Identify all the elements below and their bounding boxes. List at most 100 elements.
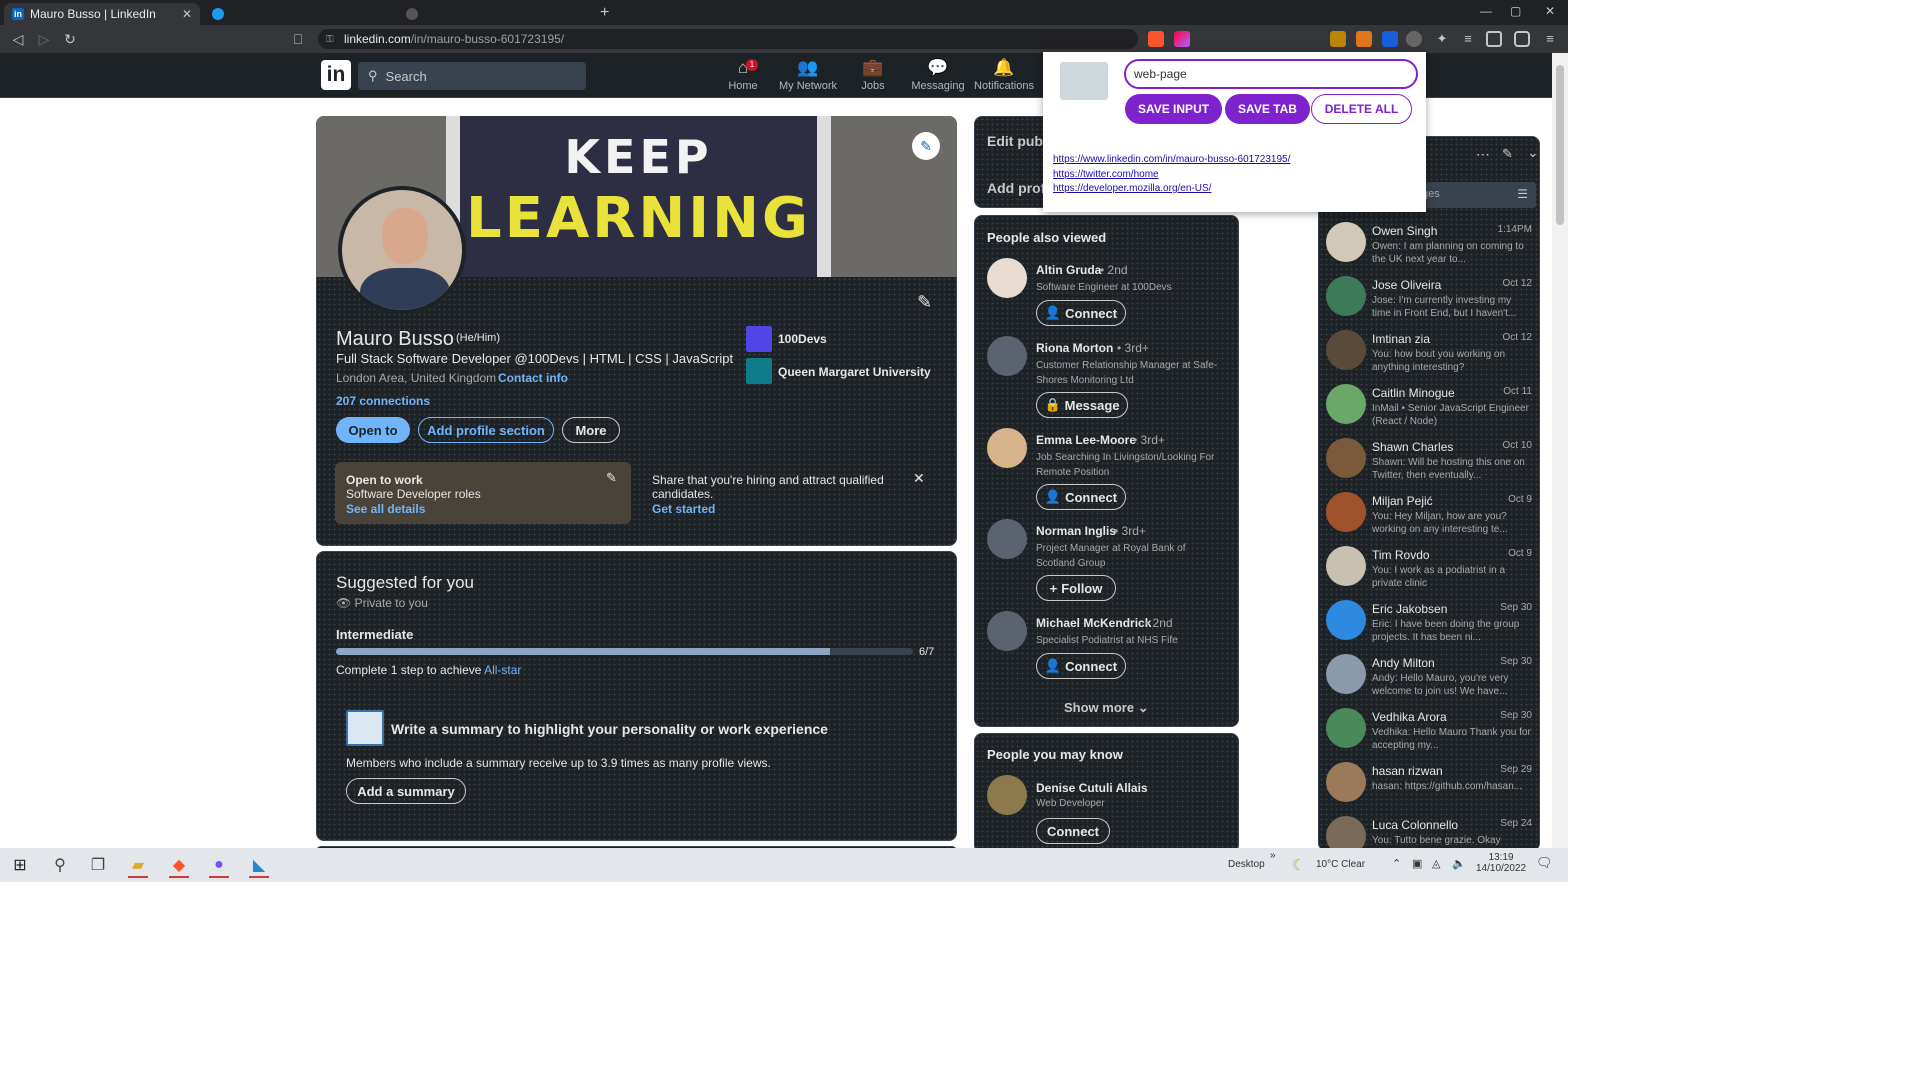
extension-1-icon[interactable]	[1330, 31, 1346, 47]
start-icon[interactable]: ⊞	[6, 852, 34, 878]
popup-text-input[interactable]	[1124, 59, 1418, 89]
file-explorer-icon[interactable]: ▰	[124, 852, 152, 878]
person-avatar[interactable]	[987, 611, 1027, 651]
org-100devs[interactable]: 100Devs	[778, 332, 827, 346]
clock[interactable]: 13:19 14/10/2022	[1476, 852, 1526, 874]
add-profile-section-button[interactable]: Add profile section	[418, 417, 554, 443]
edit-open-to-work-icon[interactable]: ✎	[606, 470, 617, 486]
tray-overflow-icon[interactable]: ⌃	[1392, 857, 1401, 870]
connect-button[interactable]: Connect	[1036, 818, 1110, 844]
person-name[interactable]: Riona Morton	[1036, 341, 1113, 355]
org-qmu[interactable]: Queen Margaret University	[778, 365, 931, 379]
conversation-item[interactable]: Andy Milton Sep 30 Andy: Hello Mauro, you'…	[1322, 650, 1538, 704]
conversation-item[interactable]: Owen Singh 1:14PM Owen: I am planning on c…	[1322, 218, 1538, 272]
saved-link[interactable]: https://www.linkedin.com/in/mauro-busso-…	[1053, 154, 1290, 165]
task-view-icon[interactable]: ❐	[84, 852, 112, 878]
add-profile-language-link[interactable]: Add prof	[987, 180, 1045, 196]
browser-tab-2[interactable]	[204, 3, 394, 25]
new-tab-button[interactable]: +	[600, 4, 609, 22]
forward-icon[interactable]: ▷	[34, 29, 54, 49]
window-maximize-icon[interactable]: ▢	[1510, 4, 1521, 18]
message-button[interactable]: 🔒 Message	[1036, 392, 1128, 418]
browser-tab-active[interactable]: in Mauro Busso | LinkedIn ✕	[4, 3, 200, 25]
connections-link[interactable]: 207 connections	[336, 394, 430, 408]
conversation-item[interactable]: Shawn Charles Oct 10 Shawn: Will be hostin…	[1322, 434, 1538, 488]
conversation-item[interactable]: Miljan Pejić Oct 9 You: Hey Miljan, how ar…	[1322, 488, 1538, 542]
person-avatar[interactable]	[987, 258, 1027, 298]
reload-icon[interactable]: ↻	[60, 29, 80, 49]
bookmark-icon[interactable]: ⎕	[288, 29, 308, 49]
more-button[interactable]: More	[562, 417, 620, 443]
profile-avatar[interactable]	[338, 186, 466, 314]
person-avatar[interactable]	[987, 428, 1027, 468]
edit-intro-icon[interactable]: ✎	[917, 292, 932, 313]
get-started-link[interactable]: Get started	[652, 502, 715, 516]
scrollbar-thumb[interactable]	[1556, 65, 1564, 225]
all-star-link[interactable]: All-star	[484, 663, 521, 677]
compose-icon[interactable]: ✎	[1502, 146, 1513, 162]
page-scrollbar[interactable]	[1552, 53, 1568, 848]
nav-jobs[interactable]: 💼 Jobs	[838, 58, 908, 92]
conversation-item[interactable]: Luca Colonnello Sep 24 You: Tutto bene gra…	[1322, 812, 1538, 848]
site-info-icon[interactable]: ⚿	[326, 34, 334, 45]
conversation-item[interactable]: hasan rizwan Sep 29 hasan: https://github.…	[1322, 758, 1538, 812]
add-summary-button[interactable]: Add a summary	[346, 778, 466, 804]
brave-shields-icon[interactable]	[1148, 31, 1164, 47]
conversation-item[interactable]: Caitlin Minogue Oct 11 InMail • Senior Jav…	[1322, 380, 1538, 434]
volume-icon[interactable]: 🔈	[1452, 857, 1466, 870]
person-avatar[interactable]	[987, 519, 1027, 559]
desktop-toolbar-label[interactable]: Desktop	[1228, 859, 1265, 870]
weather-text[interactable]: 10°C Clear	[1316, 859, 1365, 870]
edit-banner-icon[interactable]: ✎	[912, 132, 940, 160]
messaging-options-icon[interactable]: ⋯	[1476, 146, 1490, 163]
reading-list-icon[interactable]: ≡	[1460, 31, 1476, 47]
conversation-item[interactable]: Vedhika Arora Sep 30 Vedhika: Hello Mauro …	[1322, 704, 1538, 758]
browser-menu-icon[interactable]: ≡	[1542, 31, 1558, 47]
connect-button[interactable]: 👤 Connect	[1036, 484, 1126, 510]
brave-rewards-icon[interactable]	[1174, 31, 1190, 47]
linkedin-search-box[interactable]: ⚲ Search	[358, 62, 586, 90]
person-name[interactable]: Michael McKendrick	[1036, 616, 1151, 630]
edit-public-profile-link[interactable]: Edit publ	[987, 133, 1047, 149]
save-tab-button[interactable]: SAVE TAB	[1225, 94, 1310, 124]
weather-icon[interactable]: ☾	[1292, 856, 1305, 874]
search-icon[interactable]: ⚲	[46, 852, 74, 878]
wallet-icon[interactable]	[1514, 31, 1530, 47]
tray-app-icon[interactable]: ▣	[1412, 857, 1422, 870]
toolbar-expand-icon[interactable]: »	[1270, 850, 1276, 861]
conversation-item[interactable]: Imtinan zia Oct 12 You: how bout you worki…	[1322, 326, 1538, 380]
close-tab-icon[interactable]: ✕	[182, 7, 192, 21]
person-avatar[interactable]	[987, 775, 1027, 815]
extensions-puzzle-icon[interactable]: ✦	[1434, 31, 1450, 47]
conversation-item[interactable]: Jose Oliveira Oct 12 Jose: I'm currently i…	[1322, 272, 1538, 326]
saved-link[interactable]: https://developer.mozilla.org/en-US/	[1053, 183, 1211, 194]
connect-button[interactable]: 👤 Connect	[1036, 300, 1126, 326]
network-icon[interactable]: ◬	[1432, 857, 1440, 870]
bitwarden-icon[interactable]	[1382, 31, 1398, 47]
nav-notifications[interactable]: 🔔 Notifications	[969, 58, 1039, 92]
saved-link[interactable]: https://twitter.com/home	[1053, 169, 1159, 180]
connect-button[interactable]: 👤 Connect	[1036, 653, 1126, 679]
nav-messaging[interactable]: 💬 Messaging	[903, 58, 973, 92]
filter-icon[interactable]: ☰	[1517, 187, 1528, 201]
window-minimize-icon[interactable]: —	[1480, 4, 1492, 18]
linkedin-logo[interactable]: in	[321, 60, 351, 90]
contact-info-link[interactable]: Contact info	[498, 371, 568, 385]
person-name[interactable]: Denise Cutuli Allais	[1036, 781, 1148, 795]
show-more-button[interactable]: Show more ⌄	[1064, 700, 1149, 716]
nav-home[interactable]: ⌂ Home	[708, 58, 778, 92]
notifications-center-icon[interactable]: 🗨	[1536, 855, 1553, 871]
nav-my-network[interactable]: 👥 My Network	[773, 58, 843, 92]
see-all-details-link[interactable]: See all details	[346, 502, 425, 516]
person-name[interactable]: Emma Lee-Moore	[1036, 433, 1136, 447]
save-input-button[interactable]: SAVE INPUT	[1125, 94, 1222, 124]
vscode-icon[interactable]: ◣	[245, 852, 273, 878]
conversation-item[interactable]: Eric Jakobsen Sep 30 Eric: I have been doi…	[1322, 596, 1538, 650]
delete-all-button[interactable]: DELETE ALL	[1311, 94, 1412, 124]
open-to-button[interactable]: Open to	[336, 417, 410, 443]
browser-tab-3[interactable]	[398, 3, 588, 25]
address-bar[interactable]: ⚿ linkedin.com /in/mauro-busso-601723195…	[318, 29, 1138, 49]
window-close-icon[interactable]: ✕	[1545, 4, 1555, 18]
conversation-item[interactable]: Tim Rovdo Oct 9 You: I work as a podiatris…	[1322, 542, 1538, 596]
sidebar-icon[interactable]	[1486, 31, 1502, 47]
